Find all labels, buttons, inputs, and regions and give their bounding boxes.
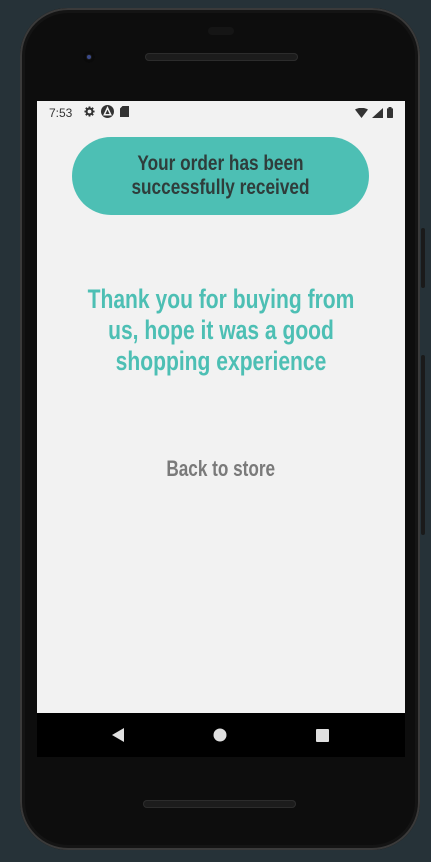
- recents-nav-button[interactable]: [310, 725, 334, 745]
- home-nav-icon: [213, 728, 227, 742]
- power-button: [421, 228, 425, 288]
- wifi-icon: [355, 107, 368, 118]
- a11y-icon: [101, 105, 114, 118]
- thank-you-message: Thank you for buying from us, hope it wa…: [37, 284, 405, 377]
- emulator-stage: 7:53 Your order has been successfully re…: [0, 0, 431, 862]
- status-time: 7:53: [49, 106, 73, 120]
- battery-icon: [387, 107, 393, 118]
- order-received-text: Your order has been successfully receive…: [131, 152, 310, 199]
- system-nav-bar: [37, 713, 405, 757]
- front-camera-icon: [83, 51, 95, 63]
- top-speaker-grille: [145, 53, 298, 61]
- status-icons-left: [84, 105, 129, 118]
- status-bar: 7:53: [37, 101, 405, 125]
- status-icons-right: [355, 107, 393, 118]
- back-to-store-button[interactable]: Back to store: [161, 453, 281, 485]
- thank-you-text: Thank you for buying from us, hope it wa…: [87, 284, 355, 376]
- home-nav-button[interactable]: [208, 725, 232, 745]
- volume-button: [421, 355, 425, 535]
- back-nav-icon: [112, 728, 124, 742]
- settings-icon: [84, 106, 95, 117]
- order-received-banner: Your order has been successfully receive…: [72, 137, 369, 215]
- signal-icon: [372, 107, 383, 118]
- app-screen: 7:53 Your order has been successfully re…: [37, 101, 405, 713]
- earpiece: [208, 27, 234, 35]
- bottom-speaker-grille: [143, 800, 296, 808]
- recents-nav-icon: [315, 728, 329, 742]
- sd-card-icon: [120, 106, 129, 117]
- back-to-store-label: Back to store: [166, 456, 276, 481]
- back-nav-button[interactable]: [106, 725, 130, 745]
